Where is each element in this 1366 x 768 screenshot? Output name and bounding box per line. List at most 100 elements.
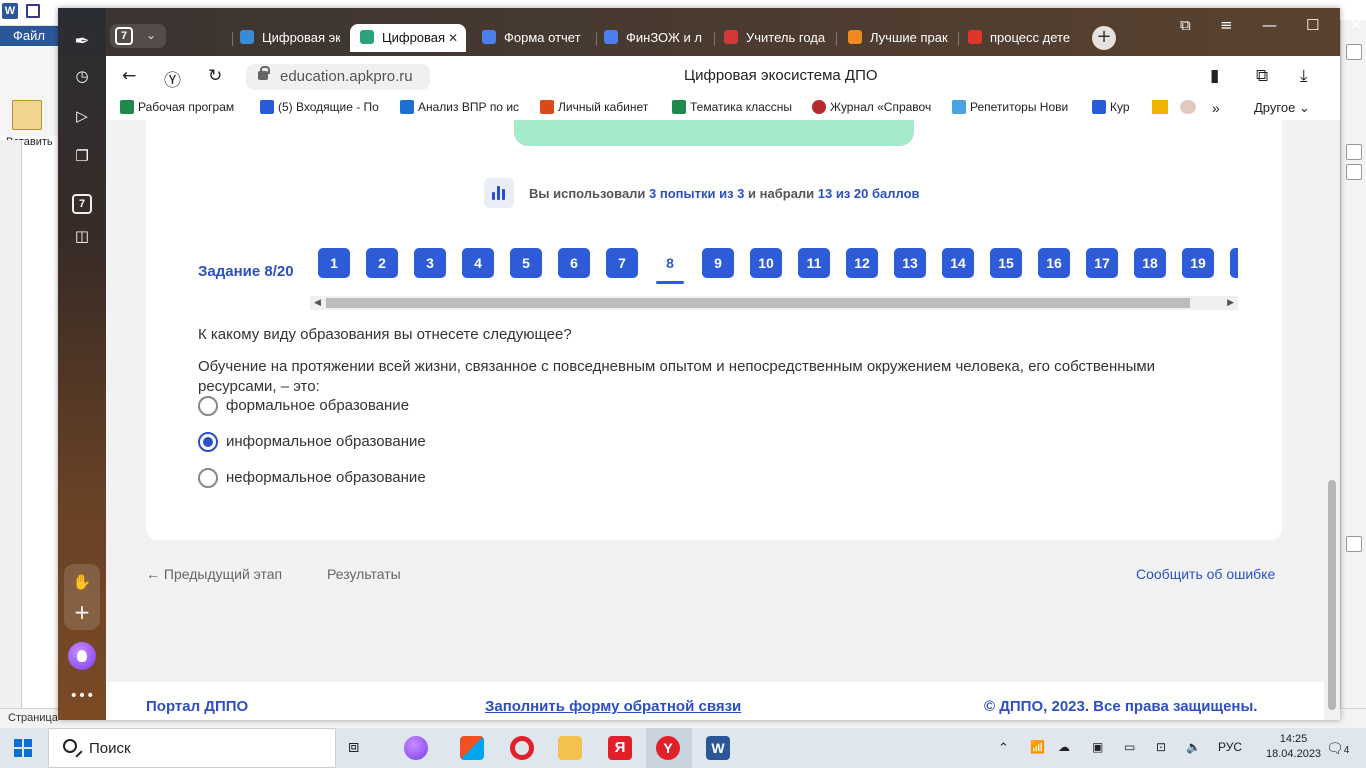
word-side-button[interactable]: [1346, 536, 1362, 552]
bookmark-item[interactable]: Рабочая програм: [120, 100, 248, 114]
question-number-button[interactable]: 7: [606, 248, 638, 278]
report-error-link[interactable]: Сообщить об ошибке: [1136, 566, 1275, 582]
tab-manager-icon[interactable]: ⧉: [1180, 16, 1191, 34]
tab-1-active[interactable]: Цифровая ✕: [350, 24, 466, 52]
alice-icon[interactable]: [404, 736, 428, 760]
video-icon[interactable]: ▷: [68, 102, 96, 130]
volume-icon[interactable]: 🔈: [1186, 740, 1201, 754]
results-link[interactable]: Результаты: [327, 566, 401, 582]
start-button[interactable]: [14, 739, 32, 757]
explorer-icon[interactable]: [558, 736, 582, 760]
question-number-button[interactable]: 1: [318, 248, 350, 278]
mail-icon[interactable]: [1152, 100, 1168, 114]
question-number-button[interactable]: 12: [846, 248, 878, 278]
screenshot-icon[interactable]: ◫: [68, 222, 96, 250]
word-icon[interactable]: W: [706, 736, 730, 760]
download-icon[interactable]: ⤓: [1300, 66, 1308, 86]
bookmarks-more-button[interactable]: »: [1212, 100, 1220, 116]
page-scrollbar[interactable]: [1324, 120, 1340, 720]
tabs-panel-icon[interactable]: 7: [72, 194, 92, 214]
security-icon[interactable]: ▣: [1092, 740, 1103, 754]
question-number-button[interactable]: 3: [414, 248, 446, 278]
cloud-icon[interactable]: ☁: [1058, 740, 1070, 754]
question-number-button[interactable]: 18: [1134, 248, 1166, 278]
back-icon[interactable]: ←: [122, 66, 136, 86]
notifications-icon[interactable]: 🗨4: [1326, 740, 1349, 757]
maximize-button[interactable]: ☐: [1306, 16, 1319, 34]
taskbar-search[interactable]: Поиск: [48, 728, 336, 768]
paste-icon[interactable]: [12, 100, 42, 130]
bookmark-item[interactable]: Кур: [1092, 100, 1136, 114]
tab-3[interactable]: ФинЗОЖ и л: [604, 24, 708, 52]
opera-icon[interactable]: [510, 736, 534, 760]
bookmark-item[interactable]: Репетиторы Нови: [952, 100, 1080, 114]
language-indicator[interactable]: РУС: [1218, 740, 1242, 754]
tab-2[interactable]: Форма отчет: [482, 24, 590, 52]
yandex-icon[interactable]: Ⓨ: [164, 66, 181, 91]
question-number-button[interactable]: 19: [1182, 248, 1214, 278]
word-document[interactable]: [22, 160, 58, 710]
bookmark-icon[interactable]: ▮: [1210, 66, 1219, 86]
menu-icon[interactable]: ≡: [1220, 16, 1233, 34]
battery-icon[interactable]: ▭: [1124, 740, 1135, 754]
save-icon[interactable]: [26, 4, 40, 18]
question-number-button[interactable]: 6: [558, 248, 590, 278]
word-side-button[interactable]: [1346, 144, 1362, 160]
question-number-button[interactable]: 15: [990, 248, 1022, 278]
add-app-icon[interactable]: +: [68, 598, 96, 626]
new-tab-button[interactable]: +: [1092, 26, 1116, 50]
question-number-button[interactable]: 20: [1230, 248, 1238, 278]
tab-6[interactable]: процесс дете: [968, 24, 1074, 52]
scroll-left-icon[interactable]: ◀: [314, 296, 321, 310]
bookmark-icon[interactable]: [1180, 100, 1196, 114]
tab-0[interactable]: Цифровая эк: [240, 24, 340, 52]
yandex-browser-icon[interactable]: Y: [656, 736, 680, 760]
word-file-tab[interactable]: Файл: [0, 26, 58, 46]
history-icon[interactable]: ◷: [68, 62, 96, 90]
tab-5[interactable]: Лучшие прак: [848, 24, 952, 52]
hand-icon[interactable]: ✋: [68, 568, 96, 596]
bookmark-item[interactable]: Анализ ВПР по ис: [400, 100, 528, 114]
close-window-button[interactable]: ✕: [1350, 16, 1363, 34]
close-tab-icon[interactable]: ✕: [448, 24, 458, 52]
question-number-button[interactable]: 17: [1086, 248, 1118, 278]
chevron-up-icon[interactable]: ⌃: [998, 740, 1009, 756]
feedback-link[interactable]: Заполнить форму обратной связи: [485, 698, 741, 715]
store-icon[interactable]: [460, 736, 484, 760]
reader-icon[interactable]: ⧉: [1256, 66, 1268, 86]
bookmark-item[interactable]: Журнал «Справоч: [812, 100, 942, 114]
alice-assistant-icon[interactable]: [68, 642, 96, 670]
browser-logo-icon[interactable]: ✒: [68, 28, 96, 56]
bookmark-item[interactable]: Тематика классны: [672, 100, 800, 114]
question-nav-scrollbar[interactable]: ◀ ▶: [310, 296, 1238, 310]
previous-stage-link[interactable]: ← Предыдущий этап: [146, 566, 282, 582]
scrollbar-thumb[interactable]: [326, 298, 1190, 308]
question-number-button[interactable]: 5: [510, 248, 542, 278]
radio-button-checked[interactable]: [198, 432, 218, 452]
radio-button[interactable]: [198, 468, 218, 488]
radio-button[interactable]: [198, 396, 218, 416]
bookmark-item[interactable]: Личный кабинет: [540, 100, 664, 114]
question-number-button[interactable]: 2: [366, 248, 398, 278]
tab-count-button[interactable]: 7 ⌄: [110, 24, 166, 48]
word-side-button[interactable]: [1346, 44, 1362, 60]
yandex-app-icon[interactable]: Я: [608, 736, 632, 760]
question-number-button[interactable]: 4: [462, 248, 494, 278]
word-side-button[interactable]: [1346, 164, 1362, 180]
task-view-icon[interactable]: ⧈: [348, 736, 372, 760]
question-number-button[interactable]: 9: [702, 248, 734, 278]
question-number-button[interactable]: 16: [1038, 248, 1070, 278]
scroll-right-icon[interactable]: ▶: [1227, 296, 1234, 310]
collections-icon[interactable]: ❐: [68, 142, 96, 170]
scrollbar-thumb[interactable]: [1328, 480, 1336, 710]
url-field[interactable]: education.apkpro.ru: [246, 64, 430, 90]
question-number-button[interactable]: 13: [894, 248, 926, 278]
question-number-button[interactable]: 11: [798, 248, 830, 278]
tab-4[interactable]: Учитель года: [724, 24, 828, 52]
question-number-button[interactable]: 10: [750, 248, 782, 278]
wifi-icon[interactable]: 📶: [1030, 740, 1045, 754]
question-number-button[interactable]: 14: [942, 248, 974, 278]
network-icon[interactable]: ⊡: [1156, 740, 1166, 754]
portal-link[interactable]: Портал ДППО: [146, 698, 248, 715]
clock[interactable]: 14:25 18.04.2023: [1266, 732, 1321, 762]
